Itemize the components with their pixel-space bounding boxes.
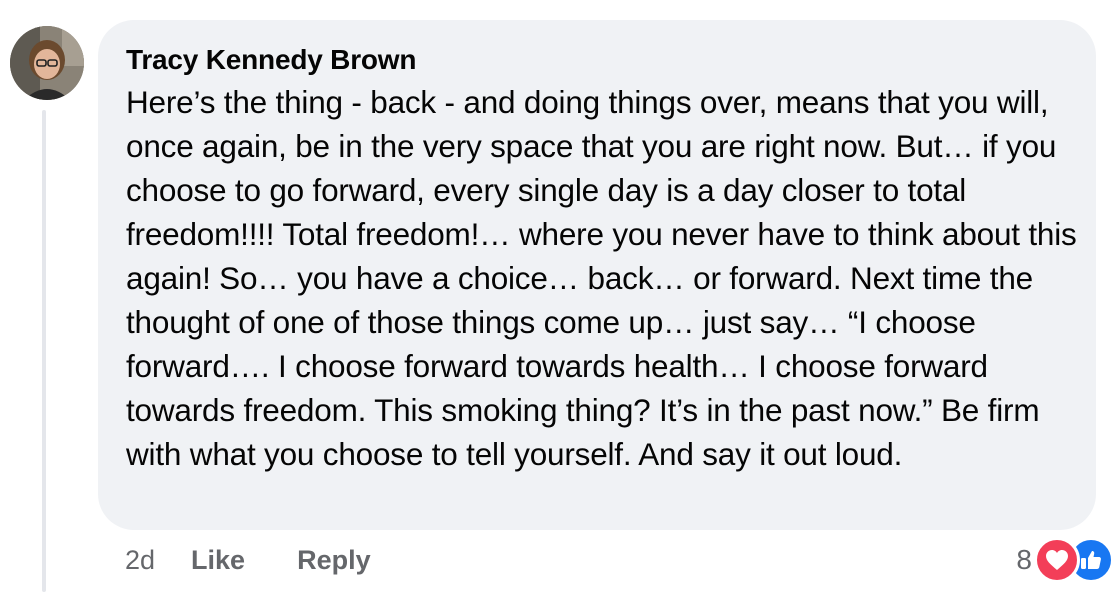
comment-bubble: Tracy Kennedy Brown Here’s the thing - b… — [98, 20, 1096, 530]
comment-timestamp[interactable]: 2d — [125, 545, 155, 576]
avatar[interactable] — [10, 26, 84, 100]
love-icon — [1034, 537, 1080, 583]
thread-line — [42, 110, 46, 592]
comment-text: Here’s the thing - back - and doing thin… — [126, 84, 1077, 472]
comment-thread: Tracy Kennedy Brown Here’s the thing - b… — [0, 0, 1120, 592]
like-button[interactable]: Like — [191, 545, 245, 576]
reply-button[interactable]: Reply — [297, 545, 371, 576]
reaction-count: 8 — [1016, 544, 1032, 575]
comment-actions: 2d Like Reply — [125, 540, 423, 580]
reaction-summary[interactable]: 8 — [1016, 537, 1114, 583]
comment-author[interactable]: Tracy Kennedy Brown — [126, 42, 1066, 78]
